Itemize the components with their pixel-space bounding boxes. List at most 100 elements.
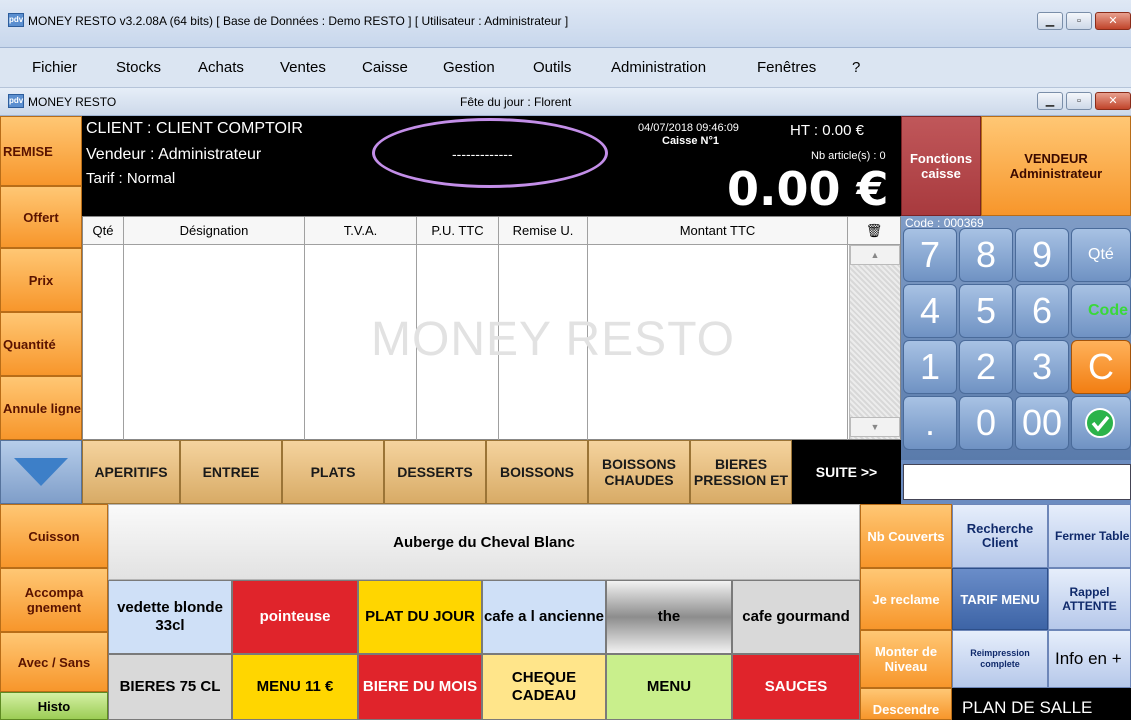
product-sauces[interactable]: SAUCES: [732, 654, 860, 720]
category-desserts[interactable]: DESSERTS: [384, 440, 486, 504]
key-2[interactable]: 2: [959, 340, 1013, 394]
key-clear[interactable]: C: [1071, 340, 1131, 394]
fermer-table-button[interactable]: Fermer Table: [1048, 504, 1131, 568]
fete-du-jour: Fête du jour : Florent: [460, 95, 572, 109]
child-window-bar: pdv MONEY RESTO Fête du jour : Florent ▁…: [0, 88, 1131, 116]
child-window-title: MONEY RESTO: [28, 95, 117, 109]
product-pointeuse[interactable]: pointeuse: [232, 580, 358, 654]
histo-button[interactable]: Histo: [0, 692, 108, 720]
dashes-label: -------------: [452, 146, 513, 162]
product-cheque-cadeau[interactable]: CHEQUE CADEAU: [482, 654, 606, 720]
child-maximize-icon[interactable]: ▫: [1066, 92, 1092, 110]
category-entree[interactable]: ENTREE: [180, 440, 282, 504]
col-header-pu-ttc[interactable]: P.U. TTC: [417, 217, 499, 245]
col-header-icon[interactable]: 🗑: [848, 217, 900, 245]
product-menu[interactable]: MENU: [606, 654, 732, 720]
menu-fichier[interactable]: Fichier: [32, 59, 77, 76]
window-title: MONEY RESTO v3.2.08A (64 bits) [ Base de…: [28, 14, 569, 28]
key-5[interactable]: 5: [959, 284, 1013, 338]
accompagnement-button[interactable]: Accompa gnement: [0, 568, 108, 632]
menu-help[interactable]: ?: [852, 59, 860, 76]
scroll-up-arrow-icon[interactable]: ▲: [850, 245, 900, 265]
cuisson-button[interactable]: Cuisson: [0, 504, 108, 568]
scroll-down-button[interactable]: [0, 440, 82, 504]
quantite-button[interactable]: Quantité: [0, 312, 82, 376]
product-cafe-gourmand[interactable]: cafe gourmand: [732, 580, 860, 654]
avec-sans-button[interactable]: Avec / Sans: [0, 632, 108, 692]
watermark: MONEY RESTO: [371, 313, 735, 366]
key-dot[interactable]: .: [903, 396, 957, 450]
child-close-icon[interactable]: ✕: [1095, 92, 1131, 110]
category-boissons-chaudes[interactable]: BOISSONS CHAUDES: [588, 440, 690, 504]
triangle-down-icon: [14, 458, 68, 486]
key-6[interactable]: 6: [1015, 284, 1069, 338]
child-app-icon: pdv: [8, 94, 24, 108]
child-minimize-icon[interactable]: ▁: [1037, 92, 1063, 110]
product-the[interactable]: the: [606, 580, 732, 654]
product-vedette-blonde[interactable]: vedette blonde 33cl: [108, 580, 232, 654]
product-cafe-ancienne[interactable]: cafe a l ancienne: [482, 580, 606, 654]
close-icon[interactable]: ✕: [1095, 12, 1131, 30]
col-header-qte[interactable]: Qté: [83, 217, 124, 245]
menu-gestion[interactable]: Gestion: [443, 59, 495, 76]
caisse-label: Caisse N°1: [662, 135, 719, 147]
product-bieres-75cl[interactable]: BIERES 75 CL: [108, 654, 232, 720]
key-00[interactable]: 00: [1015, 396, 1069, 450]
key-7[interactable]: 7: [903, 228, 957, 282]
product-biere-du-mois[interactable]: BIERE DU MOIS: [358, 654, 482, 720]
vertical-scrollbar[interactable]: ▲ ▼: [849, 245, 900, 439]
minimize-icon[interactable]: ▁: [1037, 12, 1063, 30]
prix-button[interactable]: Prix: [0, 248, 82, 312]
menu-fenetres[interactable]: Fenêtres: [757, 59, 816, 76]
col-header-tva[interactable]: T.V.A.: [305, 217, 417, 245]
nb-couverts-button[interactable]: Nb Couverts: [860, 504, 952, 568]
descendre-button[interactable]: Descendre: [860, 688, 952, 720]
rappel-attente-button[interactable]: Rappel ATTENTE: [1048, 568, 1131, 630]
col-header-montant-ttc[interactable]: Montant TTC: [588, 217, 848, 245]
menu-administration[interactable]: Administration: [611, 59, 706, 76]
menu-ventes[interactable]: Ventes: [280, 59, 326, 76]
recherche-client-button[interactable]: Recherche Client: [952, 504, 1048, 568]
category-bieres-pression[interactable]: BIERES PRESSION ET: [690, 440, 792, 504]
vendeur-button[interactable]: VENDEUR Administrateur: [981, 116, 1131, 216]
scroll-down-arrow-icon[interactable]: ▼: [850, 417, 900, 437]
suite-button[interactable]: SUITE >>: [792, 440, 901, 504]
key-validate[interactable]: [1071, 396, 1131, 450]
key-8[interactable]: 8: [959, 228, 1013, 282]
col-header-designation[interactable]: Désignation: [124, 217, 305, 245]
key-3[interactable]: 3: [1015, 340, 1069, 394]
offert-button[interactable]: Offert: [0, 186, 82, 248]
ticket-table[interactable]: Qté Désignation T.V.A. P.U. TTC Remise U…: [82, 216, 901, 441]
key-4[interactable]: 4: [903, 284, 957, 338]
maximize-icon[interactable]: ▫: [1066, 12, 1092, 30]
plan-de-salle-button[interactable]: PLAN DE SALLE: [952, 688, 1131, 720]
key-qte[interactable]: Qté: [1071, 228, 1131, 282]
menu-stocks[interactable]: Stocks: [116, 59, 161, 76]
category-aperitifs[interactable]: APERITIFS: [82, 440, 180, 504]
keypad-input[interactable]: [903, 464, 1131, 500]
col-header-remise-u[interactable]: Remise U.: [499, 217, 588, 245]
total-amount: 0.00 €: [727, 162, 889, 216]
monter-niveau-button[interactable]: Monter de Niveau: [860, 630, 952, 688]
key-0[interactable]: 0: [959, 396, 1013, 450]
keypad-input-frame: [901, 460, 1131, 504]
app-icon: pdv: [8, 13, 24, 27]
menu-achats[interactable]: Achats: [198, 59, 244, 76]
category-boissons[interactable]: BOISSONS: [486, 440, 588, 504]
menu-outils[interactable]: Outils: [533, 59, 571, 76]
menu-bar: Fichier Stocks Achats Ventes Caisse Gest…: [0, 48, 1131, 88]
info-button[interactable]: Info en +: [1048, 630, 1131, 688]
key-9[interactable]: 9: [1015, 228, 1069, 282]
key-1[interactable]: 1: [903, 340, 957, 394]
key-code[interactable]: Code: [1071, 284, 1131, 338]
category-plats[interactable]: PLATS: [282, 440, 384, 504]
menu-caisse[interactable]: Caisse: [362, 59, 408, 76]
reimpression-button[interactable]: Reimpression complete: [952, 630, 1048, 688]
remise-button[interactable]: REMISE: [0, 116, 82, 186]
product-plat-du-jour[interactable]: PLAT DU JOUR: [358, 580, 482, 654]
tarif-menu-button[interactable]: TARIF MENU: [952, 568, 1048, 630]
product-menu-11[interactable]: MENU 11 €: [232, 654, 358, 720]
fonctions-caisse-button[interactable]: Fonctions caisse: [901, 116, 981, 216]
je-reclame-button[interactable]: Je reclame: [860, 568, 952, 630]
annule-ligne-button[interactable]: Annule ligne: [0, 376, 82, 440]
